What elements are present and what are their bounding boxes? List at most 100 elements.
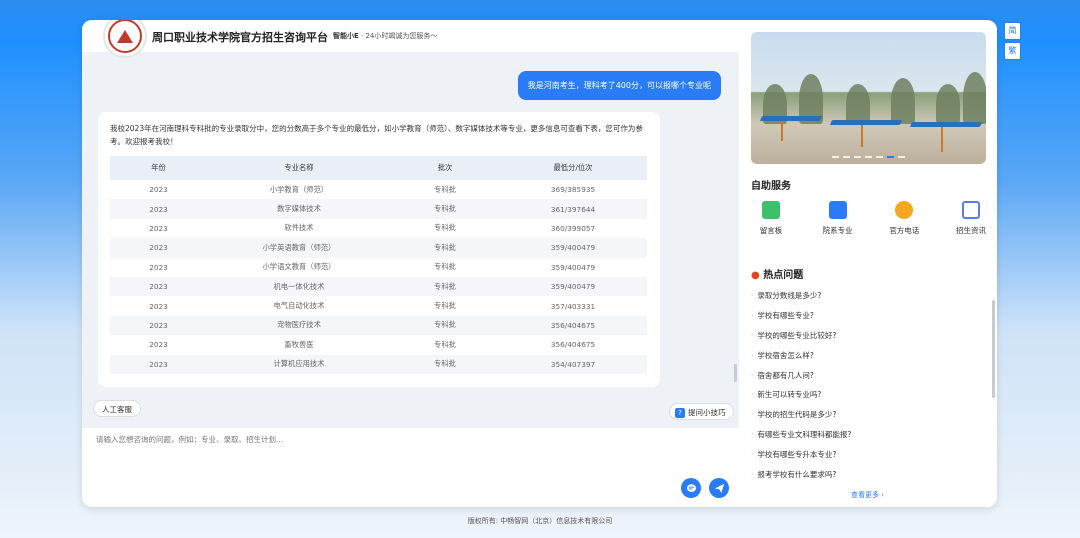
- table-cell: 359/400479: [499, 276, 647, 297]
- send-button[interactable]: [709, 478, 729, 498]
- table-cell: 359/400479: [499, 238, 647, 258]
- news-icon: [961, 201, 980, 219]
- table-header-batch: 批次: [391, 156, 499, 180]
- chat-scrollbar[interactable]: [734, 364, 737, 382]
- table-cell: 小学英语教育（师范）: [207, 238, 391, 258]
- table-row: 2023 数字媒体技术 专科批 361/397644: [110, 199, 647, 219]
- user-message-bubble: 我是河南考生，理科考了400分，可以报哪个专业呢: [517, 71, 721, 100]
- table-cell: 2023: [149, 223, 168, 233]
- lang-simplified-button[interactable]: 简: [1004, 22, 1021, 40]
- input-area: [82, 428, 739, 507]
- service-news[interactable]: 招生资讯: [951, 201, 991, 236]
- tips-label: 提问小技巧: [688, 408, 726, 417]
- table-cell: 356/404675: [550, 340, 596, 350]
- message-board-icon: [762, 201, 780, 219]
- self-service-list: 留言板 院系专业 官方电话 招生资讯: [751, 201, 991, 236]
- hot-questions-list: 录取分数线是多少?学校有哪些专业?学校的哪些专业比较好?学校宿舍怎么样?宿舍都有…: [751, 290, 851, 489]
- table-cell: 专科批: [434, 184, 456, 194]
- table-cell: 电气自动化技术: [273, 301, 325, 311]
- table-cell: 361/397644: [499, 199, 647, 219]
- hot-question-item[interactable]: 学校的哪些专业比较好?: [751, 330, 851, 350]
- self-service-title: 自助服务: [751, 181, 791, 192]
- table-cell: 计算机应用技术: [207, 354, 391, 374]
- table-cell: 2023: [149, 262, 168, 272]
- table-cell: 2023: [149, 301, 168, 311]
- table-row: 2023 小学英语教育（师范） 专科批 359/400479: [110, 238, 647, 258]
- table-cell: 专科批: [434, 301, 456, 311]
- score-table: 年份 专业名称 批次 最低分/位次 2023 小学教育（师范） 专科批 369/385…: [110, 156, 647, 374]
- see-more-link[interactable]: 查看更多 ›: [851, 490, 884, 500]
- table-cell: 2023: [110, 238, 207, 258]
- table-cell: 小学语文教育（师范）: [262, 262, 336, 272]
- hot-question-item[interactable]: 报考学校有什么要求吗?: [751, 469, 851, 489]
- table-cell: 2023: [110, 199, 207, 219]
- table-header-major: 专业名称: [207, 156, 391, 180]
- table-cell: 2023: [110, 354, 207, 374]
- hot-question-item[interactable]: 有哪些专业文科理科都能报?: [751, 429, 851, 449]
- question-tips-button[interactable]: ? 提问小技巧: [669, 403, 734, 420]
- table-cell: 359/400479: [550, 262, 596, 272]
- table-header-year: 年份: [110, 156, 207, 180]
- campus-banner-image[interactable]: [751, 32, 986, 164]
- table-cell: 2023: [149, 340, 168, 350]
- copyright-footer: 版权所有: 中畅智网（北京）信息技术有限公司: [467, 517, 613, 525]
- question-input[interactable]: [96, 435, 656, 444]
- hot-question-item[interactable]: 学校宿舍怎么样?: [751, 350, 851, 370]
- service-phone[interactable]: 官方电话: [884, 201, 924, 236]
- chat-panel: 周口职业技术学院官方招生咨询平台 智能小E · 24小时竭诚为您服务～ 我是河南…: [82, 20, 739, 507]
- assistant-name: 智能小E: [333, 32, 359, 40]
- chat-header: 周口职业技术学院官方招生咨询平台 智能小E · 24小时竭诚为您服务～: [82, 20, 739, 58]
- hot-question-item[interactable]: 新生可以转专业吗?: [751, 389, 851, 409]
- table-header-row: 年份 专业名称 批次 最低分/位次: [110, 156, 647, 180]
- table-cell: 机电一体化技术: [207, 276, 391, 297]
- lang-traditional-button[interactable]: 繁: [1004, 42, 1021, 60]
- carousel-indicators[interactable]: [751, 156, 986, 158]
- table-cell: 软件技术: [284, 223, 314, 233]
- table-row: 2023 电气自动化技术 专科批 357/403331: [110, 296, 647, 315]
- table-cell: 354/407397: [499, 354, 647, 374]
- human-service-button[interactable]: 人工客服: [93, 400, 141, 417]
- table-cell: 专科批: [391, 315, 499, 336]
- table-cell: 专科批: [391, 354, 499, 374]
- table-row: 2023 畜牧兽医 专科批 356/404675: [110, 335, 647, 354]
- hot-question-item[interactable]: 学校的招生代码是多少?: [751, 409, 851, 429]
- hot-questions-title: ● 热点问题: [751, 270, 804, 281]
- fire-icon: ●: [751, 270, 760, 281]
- table-header-score: 最低分/位次: [499, 156, 647, 180]
- table-cell: 360/399057: [550, 223, 596, 233]
- table-cell: 专科批: [391, 199, 499, 219]
- table-cell: 专科批: [434, 262, 456, 272]
- book-icon: [828, 201, 847, 219]
- school-logo: [103, 20, 147, 58]
- chat-window: 周口职业技术学院官方招生咨询平台 智能小E · 24小时竭诚为您服务～ 我是河南…: [82, 20, 997, 507]
- table-row: 2023 小学语文教育（师范） 专科批 359/400479: [110, 258, 647, 277]
- table-cell: 宠物医疗技术: [207, 315, 391, 336]
- table-cell: 356/404675: [499, 315, 647, 336]
- service-departments[interactable]: 院系专业: [818, 201, 858, 236]
- table-cell: 专科批: [391, 276, 499, 297]
- bot-answer-bubble: 我校2023年在河南理科专科批的专业录取分中，您的分数高于多个专业的最低分，如小…: [98, 112, 660, 387]
- table-cell: 369/385935: [550, 185, 596, 195]
- hot-question-item[interactable]: 宿舍都有几人间?: [751, 370, 851, 390]
- chat-bubble-button[interactable]: [681, 478, 701, 498]
- table-cell: 小学教育（师范）: [269, 184, 329, 194]
- service-message-board[interactable]: 留言板: [751, 201, 791, 236]
- table-row: 2023 软件技术 专科批 360/399057: [110, 219, 647, 238]
- phone-icon: [895, 201, 914, 219]
- table-cell: 专科批: [434, 223, 456, 233]
- table-cell: 专科批: [434, 339, 456, 349]
- hot-question-item[interactable]: 学校有哪些专业?: [751, 310, 851, 330]
- chat-bubble-icon: [686, 483, 696, 492]
- sidebar-scrollbar[interactable]: [992, 300, 995, 398]
- table-row: 2023 机电一体化技术 专科批 359/400479: [110, 276, 647, 297]
- send-icon: [714, 483, 724, 493]
- question-icon: ?: [675, 408, 685, 418]
- table-cell: 数字媒体技术: [207, 199, 391, 219]
- table-cell: 2023: [149, 185, 168, 195]
- right-sidebar: 自助服务 留言板 院系专业 官方电话 招生资讯 ● 热点问题 录取分数线是: [739, 20, 997, 507]
- hot-question-item[interactable]: 录取分数线是多少?: [751, 290, 851, 310]
- hot-question-item[interactable]: 学校有哪些专升本专业?: [751, 449, 851, 469]
- assistant-tagline: 智能小E · 24小时竭诚为您服务～: [333, 31, 437, 41]
- page-title: 周口职业技术学院官方招生咨询平台: [152, 31, 328, 44]
- tagline-text: · 24小时竭诚为您服务～: [361, 32, 438, 40]
